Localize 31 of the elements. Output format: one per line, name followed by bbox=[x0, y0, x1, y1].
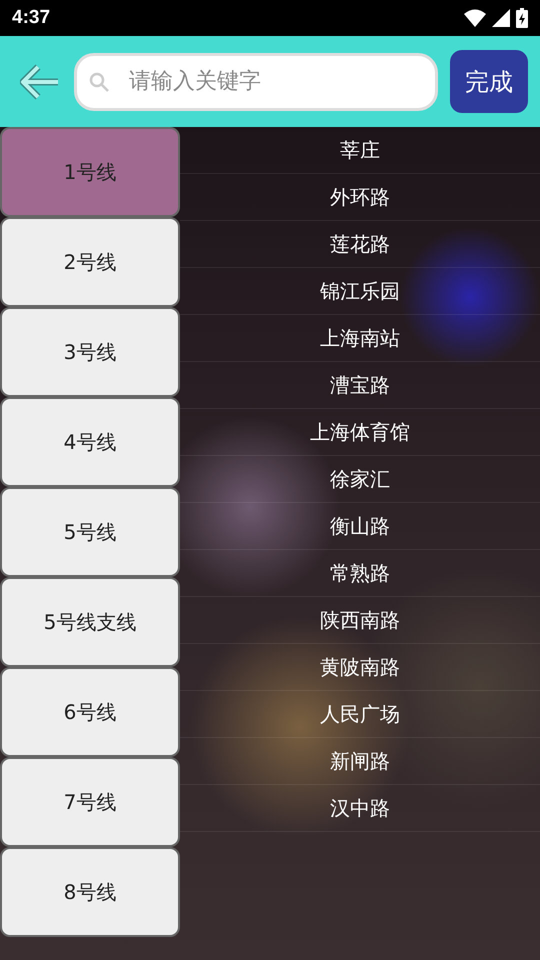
line-tab[interactable]: 5号线 bbox=[0, 487, 180, 577]
station-item[interactable]: 黄陂南路 bbox=[180, 644, 540, 691]
station-item[interactable]: 常熟路 bbox=[180, 550, 540, 597]
signal-icon bbox=[492, 9, 510, 27]
line-tab[interactable]: 5号线支线 bbox=[0, 577, 180, 667]
search-icon bbox=[88, 70, 110, 92]
line-tab[interactable]: 7号线 bbox=[0, 757, 180, 847]
line-tab[interactable]: 1号线 bbox=[0, 127, 180, 217]
station-item[interactable]: 陕西南路 bbox=[180, 597, 540, 644]
line-tab[interactable]: 3号线 bbox=[0, 307, 180, 397]
station-item[interactable]: 徐家汇 bbox=[180, 456, 540, 503]
line-tab[interactable]: 8号线 bbox=[0, 847, 180, 937]
station-item[interactable]: 人民广场 bbox=[180, 691, 540, 738]
battery-icon bbox=[516, 8, 528, 28]
station-item[interactable]: 莲花路 bbox=[180, 221, 540, 268]
done-button[interactable]: 完成 bbox=[450, 50, 528, 113]
station-item[interactable]: 外环路 bbox=[180, 174, 540, 221]
status-time: 4:37 bbox=[12, 7, 50, 29]
wifi-icon bbox=[464, 9, 486, 27]
line-tab[interactable]: 6号线 bbox=[0, 667, 180, 757]
line-tab[interactable]: 2号线 bbox=[0, 217, 180, 307]
station-item[interactable]: 莘庄 bbox=[180, 127, 540, 174]
station-item[interactable]: 汉中路 bbox=[180, 785, 540, 832]
station-item[interactable]: 上海南站 bbox=[180, 315, 540, 362]
search-field[interactable]: 请输入关键字 bbox=[74, 52, 438, 110]
station-item[interactable]: 上海体育馆 bbox=[180, 409, 540, 456]
station-item[interactable]: 衡山路 bbox=[180, 503, 540, 550]
station-item[interactable]: 漕宝路 bbox=[180, 362, 540, 409]
station-item[interactable]: 新闸路 bbox=[180, 738, 540, 785]
line-tab[interactable]: 4号线 bbox=[0, 397, 180, 487]
station-item[interactable]: 锦江乐园 bbox=[180, 268, 540, 315]
